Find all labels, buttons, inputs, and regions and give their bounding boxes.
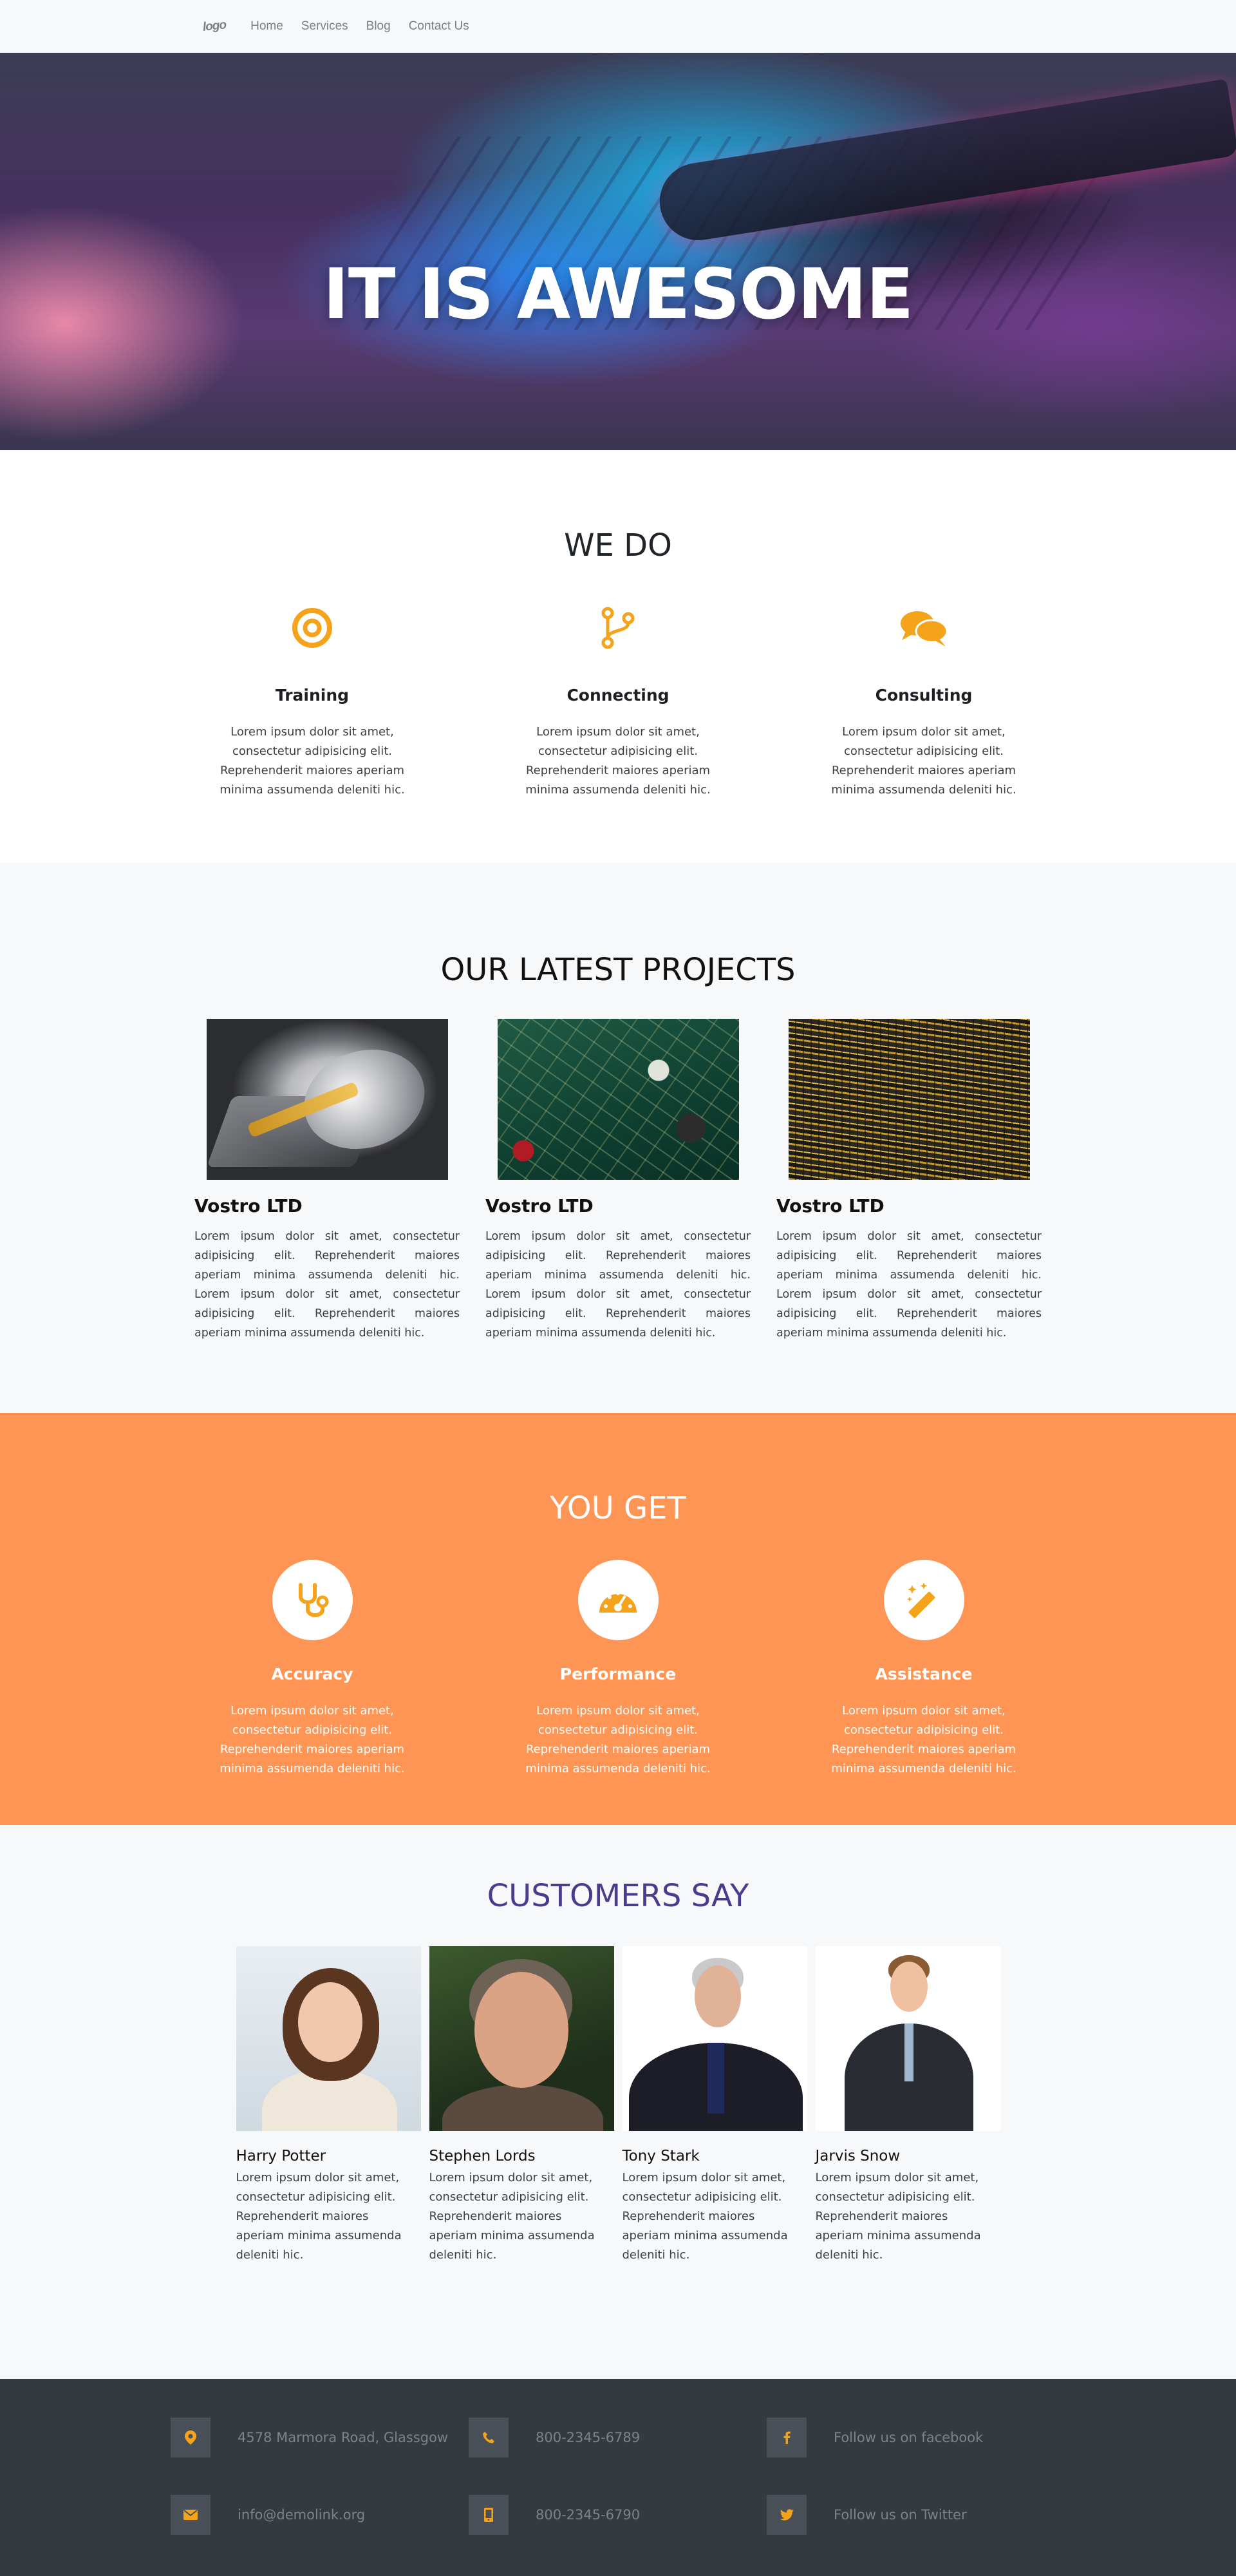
footer-mobile-text[interactable]: 800-2345-6790 bbox=[536, 2507, 640, 2523]
projects-section: OUR LATEST PROJECTS Vostro LTD Lorem ips… bbox=[0, 863, 1236, 1413]
you-get-card-text: Lorem ipsum dolor sit amet, consectetur … bbox=[220, 1704, 405, 1776]
testimonial-card: Tony Stark Lorem ipsum dolor sit amet, c… bbox=[622, 1946, 807, 2265]
footer-twitter-text[interactable]: Follow us on Twitter bbox=[834, 2507, 967, 2523]
customer-quote: Lorem ipsum dolor sit amet, consectetur … bbox=[429, 2171, 595, 2262]
footer-twitter: Follow us on Twitter bbox=[767, 2495, 1065, 2535]
footer-facebook-text[interactable]: Follow us on facebook bbox=[834, 2430, 983, 2445]
project-card[interactable]: Vostro LTD Lorem ipsum dolor sit amet, c… bbox=[485, 1019, 751, 1343]
we-do-card-text: Lorem ipsum dolor sit amet, consectetur … bbox=[831, 725, 1016, 797]
top-navbar: logo Home Services Blog Contact Us bbox=[0, 0, 1236, 53]
nav-link-home[interactable]: Home bbox=[250, 19, 283, 33]
project-image-hard-drive[interactable] bbox=[206, 1019, 448, 1180]
project-card[interactable]: Vostro LTD Lorem ipsum dolor sit amet, c… bbox=[776, 1019, 1042, 1343]
project-title[interactable]: Vostro LTD bbox=[776, 1195, 1042, 1217]
nav-link-services[interactable]: Services bbox=[301, 19, 348, 33]
customer-name: Stephen Lords bbox=[429, 2148, 536, 2164]
customer-quote: Lorem ipsum dolor sit amet, consectetur … bbox=[815, 2171, 981, 2262]
speedometer-icon bbox=[577, 1560, 659, 1640]
we-do-section: WE DO Training Lorem ipsum dolor sit ame… bbox=[0, 450, 1236, 863]
you-get-card: Accuracy Lorem ipsum dolor sit amet, con… bbox=[180, 1560, 444, 1779]
site-logo[interactable]: logo bbox=[202, 18, 227, 35]
footer-facebook: Follow us on facebook bbox=[767, 2418, 1065, 2458]
testimonial-card: Harry Potter Lorem ipsum dolor sit amet,… bbox=[236, 1946, 421, 2265]
project-title[interactable]: Vostro LTD bbox=[194, 1195, 460, 1217]
projects-title: OUR LATEST PROJECTS bbox=[440, 952, 796, 988]
footer-phone-text[interactable]: 800-2345-6789 bbox=[536, 2430, 640, 2445]
testimonial-card: Stephen Lords Lorem ipsum dolor sit amet… bbox=[429, 1946, 614, 2265]
you-get-card: Performance Lorem ipsum dolor sit amet, … bbox=[486, 1560, 750, 1779]
project-text: Lorem ipsum dolor sit amet, consectetur … bbox=[485, 1230, 751, 1340]
facebook-icon[interactable] bbox=[767, 2418, 807, 2458]
project-card[interactable]: Vostro LTD Lorem ipsum dolor sit amet, c… bbox=[194, 1019, 460, 1343]
customer-photo bbox=[236, 1946, 421, 2131]
we-do-card-title: Connecting bbox=[566, 686, 670, 705]
we-do-card-text: Lorem ipsum dolor sit amet, consectetur … bbox=[525, 725, 711, 797]
customer-name: Tony Stark bbox=[622, 2148, 700, 2164]
hero-banner: IT IS AWESOME bbox=[0, 53, 1236, 450]
we-do-card: Training Lorem ipsum dolor sit amet, con… bbox=[180, 602, 444, 800]
we-do-card-text: Lorem ipsum dolor sit amet, consectetur … bbox=[220, 725, 405, 797]
customer-photo bbox=[429, 1946, 614, 2131]
footer-email-text[interactable]: info@demolink.org bbox=[238, 2507, 365, 2523]
nav-link-contact[interactable]: Contact Us bbox=[409, 19, 469, 33]
footer-address: 4578 Marmora Road, Glassgow bbox=[171, 2418, 469, 2458]
you-get-card: Assistance Lorem ipsum dolor sit amet, c… bbox=[792, 1560, 1056, 1779]
project-image-circuit-board[interactable] bbox=[497, 1019, 739, 1180]
footer-phone: 800-2345-6789 bbox=[469, 2418, 767, 2458]
footer-email: info@demolink.org bbox=[171, 2495, 469, 2535]
you-get-title: YOU GET bbox=[550, 1490, 686, 1526]
envelope-icon bbox=[171, 2495, 211, 2535]
you-get-card-title: Assistance bbox=[875, 1665, 973, 1683]
you-get-card-text: Lorem ipsum dolor sit amet, consectetur … bbox=[831, 1704, 1016, 1776]
you-get-card-title: Performance bbox=[559, 1665, 677, 1683]
footer-mobile: 800-2345-6790 bbox=[469, 2495, 767, 2535]
customer-photo bbox=[622, 1946, 807, 2131]
customers-title: CUSTOMERS SAY bbox=[487, 1878, 749, 1914]
testimonial-card: Jarvis Snow Lorem ipsum dolor sit amet, … bbox=[815, 1946, 1000, 2265]
phone-icon bbox=[469, 2418, 509, 2458]
we-do-card: Consulting Lorem ipsum dolor sit amet, c… bbox=[792, 602, 1056, 800]
we-do-card-title: Training bbox=[275, 686, 350, 705]
project-text: Lorem ipsum dolor sit amet, consectetur … bbox=[776, 1230, 1042, 1340]
nav-link-blog[interactable]: Blog bbox=[366, 19, 391, 33]
map-pin-icon bbox=[171, 2418, 211, 2458]
you-get-card-text: Lorem ipsum dolor sit amet, consectetur … bbox=[525, 1704, 711, 1776]
customers-section: CUSTOMERS SAY Harry Potter Lorem ipsum d… bbox=[0, 1825, 1236, 2379]
footer: 4578 Marmora Road, Glassgow 800-2345-678… bbox=[0, 2379, 1236, 2576]
footer-address-text: 4578 Marmora Road, Glassgow bbox=[238, 2430, 449, 2445]
stethoscope-icon bbox=[272, 1560, 353, 1640]
chat-icon bbox=[792, 602, 1056, 654]
project-image-network-cables[interactable] bbox=[788, 1019, 1030, 1180]
customer-photo bbox=[815, 1946, 1000, 2131]
hero-title: IT IS AWESOME bbox=[323, 254, 914, 335]
we-do-card: Connecting Lorem ipsum dolor sit amet, c… bbox=[486, 602, 750, 800]
customer-name: Jarvis Snow bbox=[815, 2148, 901, 2164]
you-get-section: YOU GET Accuracy Lorem ipsum dolor sit a… bbox=[0, 1413, 1236, 1825]
navbar-inner: logo Home Services Blog Contact Us bbox=[202, 18, 1033, 35]
we-do-title: WE DO bbox=[564, 527, 672, 564]
customer-name: Harry Potter bbox=[236, 2148, 326, 2164]
magic-wand-icon bbox=[883, 1560, 964, 1640]
project-title[interactable]: Vostro LTD bbox=[485, 1195, 751, 1217]
branch-icon bbox=[486, 602, 750, 654]
customer-quote: Lorem ipsum dolor sit amet, consectetur … bbox=[622, 2171, 788, 2262]
target-icon bbox=[180, 602, 444, 654]
twitter-icon[interactable] bbox=[767, 2495, 807, 2535]
we-do-card-title: Consulting bbox=[875, 686, 973, 705]
customer-quote: Lorem ipsum dolor sit amet, consectetur … bbox=[236, 2171, 402, 2262]
mobile-phone-icon bbox=[469, 2495, 509, 2535]
you-get-card-title: Accuracy bbox=[271, 1665, 353, 1683]
project-text: Lorem ipsum dolor sit amet, consectetur … bbox=[194, 1230, 460, 1340]
